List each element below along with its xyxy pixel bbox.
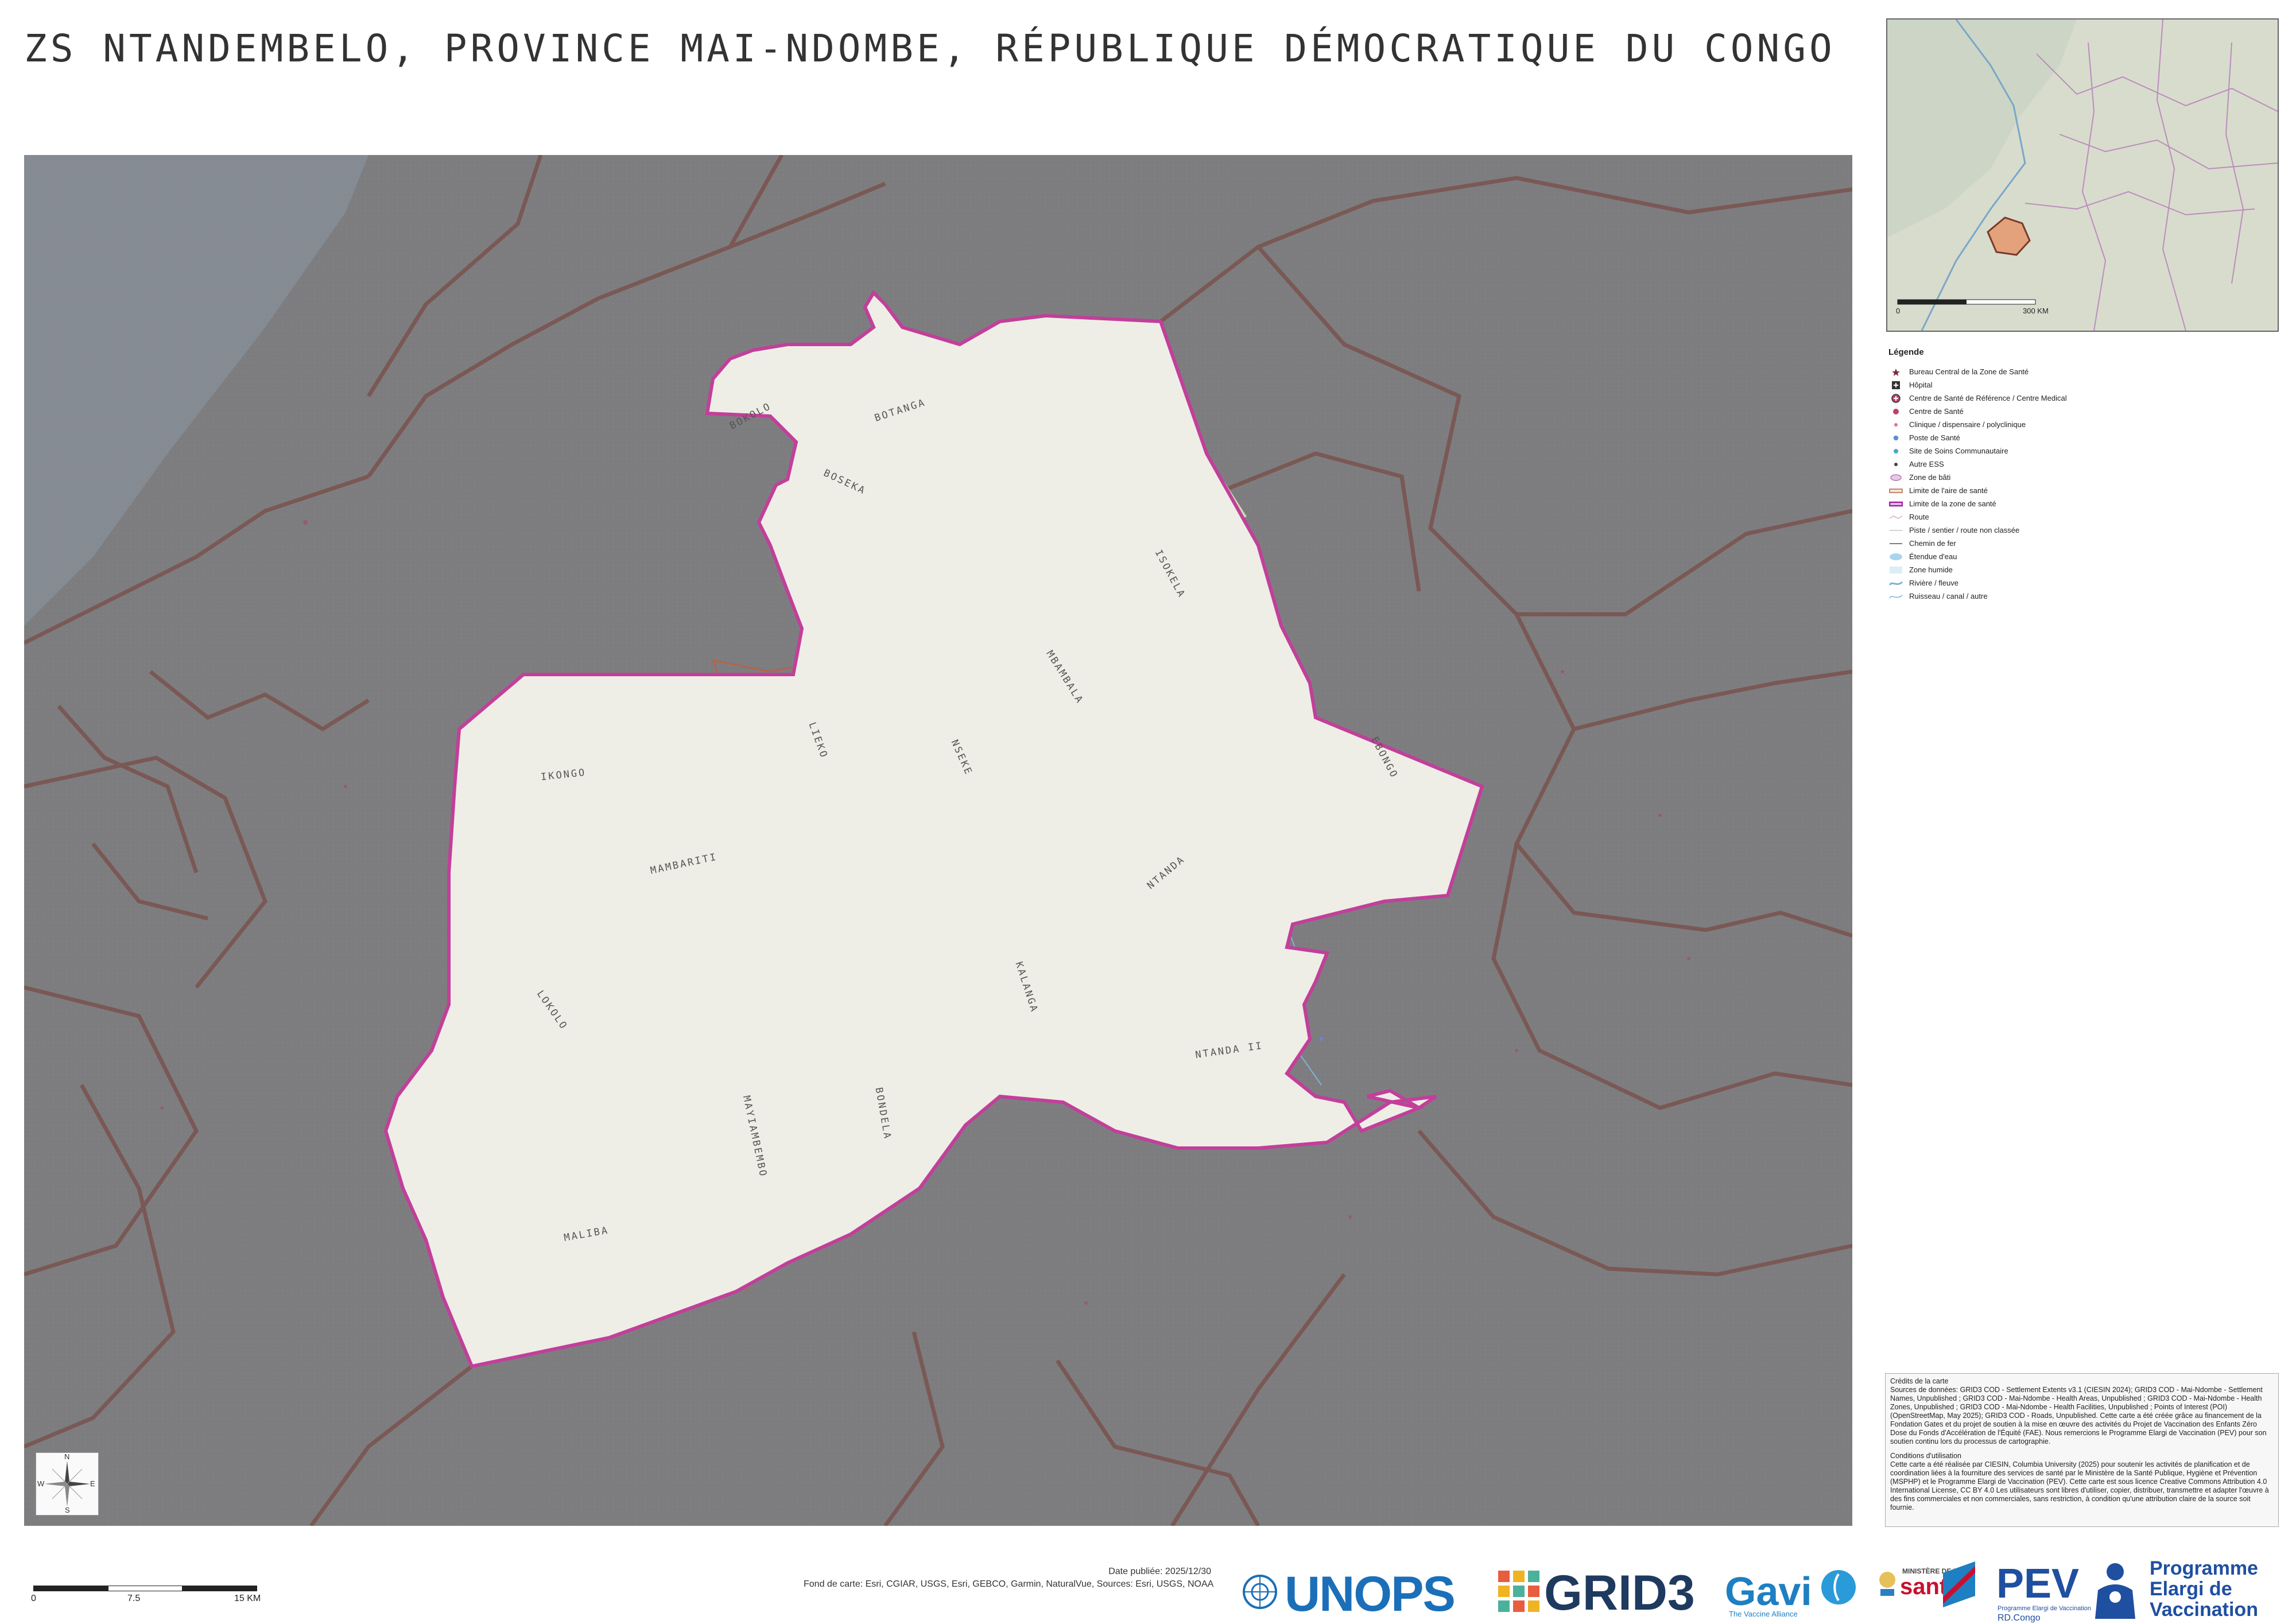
compass-n: N	[64, 1452, 70, 1461]
legend-label: Limite de la zone de santé	[1909, 499, 1996, 508]
legend-label: Autre ESS	[1909, 460, 1944, 468]
community-care-site-icon	[1888, 446, 1903, 456]
terms-text: Cette carte a été réalisée par CIESIN, C…	[1890, 1460, 2269, 1511]
legend-label: Étendue d'eau	[1909, 552, 1957, 561]
legend-item: Clinique / dispensaire / polyclinique	[1888, 418, 2279, 431]
map-credits: Crédits de la carte Sources de données: …	[1885, 1373, 2279, 1527]
reference-health-center-icon	[1888, 393, 1903, 404]
main-map[interactable]: BOKOLO BOTANGA BOSEKA ISOKELA EBONGO MBA…	[24, 155, 1852, 1526]
scale-label-end: 15 KM	[234, 1594, 261, 1603]
pev-country: RD.Congo	[1998, 1613, 2041, 1623]
legend-item: Piste / sentier / route non classée	[1888, 524, 2279, 537]
legend-item: Centre de Santé de Référence / Centre Me…	[1888, 392, 2279, 405]
legend-item: Autre ESS	[1888, 458, 2279, 471]
legend-label: Clinique / dispensaire / polyclinique	[1909, 420, 2026, 429]
river-icon	[1888, 578, 1903, 588]
railway-icon	[1888, 538, 1903, 549]
legend-item: Centre de Santé	[1888, 405, 2279, 418]
gavi-logo: Gavi	[1725, 1569, 1812, 1614]
built-up-area-icon	[1888, 472, 1903, 483]
legend-item: Zone humide	[1888, 563, 2279, 576]
unops-logo: UNOPS	[1285, 1567, 1456, 1622]
pev-family-icon	[2095, 1563, 2135, 1619]
road-icon	[1888, 512, 1903, 522]
programme-line-2: Elargi de	[2150, 1578, 2232, 1600]
legend: Légende Bureau Central de la Zone de San…	[1888, 347, 2279, 603]
track-icon	[1888, 525, 1903, 536]
bureau-central-icon	[1888, 367, 1903, 377]
date-published: Date publiée: 2025/12/30	[1108, 1567, 1211, 1576]
credits-heading: Crédits de la carte	[1890, 1377, 1949, 1385]
compass-s: S	[65, 1506, 70, 1514]
compass-w: W	[37, 1479, 45, 1488]
legend-label: Piste / sentier / route non classée	[1909, 526, 2020, 534]
water-body-icon	[1888, 552, 1903, 562]
hospital-icon	[1888, 380, 1903, 390]
partner-logos: UNOPS GRID3 Gavi The Vaccine Alliance MI…	[1240, 1550, 2279, 1623]
credits-text: Sources de données: GRID3 COD - Settleme…	[1890, 1386, 2267, 1445]
legend-item: Ruisseau / canal / autre	[1888, 590, 2279, 603]
inset-locator-map[interactable]: 0 300 KM	[1886, 18, 2279, 332]
pev-subtitle: Programme Elargi de Vaccination	[1998, 1605, 2092, 1612]
legend-item: Site de Soins Communautaire	[1888, 444, 2279, 458]
legend-label: Poste de Santé	[1909, 433, 1960, 442]
grid3-icon	[1498, 1571, 1539, 1612]
scale-label-0: 0	[31, 1594, 36, 1603]
legend-label: Centre de Santé	[1909, 407, 1964, 416]
programme-name: Programme Elargi de Vaccination	[2150, 1558, 2258, 1620]
scale-bar: 0 7.5 15 KM	[31, 1582, 263, 1605]
legend-label: Limite de l'aire de santé	[1909, 486, 1988, 495]
legend-item: Zone de bâti	[1888, 471, 2279, 484]
legend-label: Zone humide	[1909, 565, 1953, 574]
legend-label: Bureau Central de la Zone de Santé	[1909, 367, 2029, 376]
publication-info: Date publiée: 2025/12/30 Fond de carte: …	[804, 1565, 1213, 1591]
legend-label: Site de Soins Communautaire	[1909, 447, 2008, 455]
scale-label-mid: 7.5	[127, 1594, 141, 1603]
legend-label: Route	[1909, 513, 1929, 521]
health-center-icon	[1888, 406, 1903, 417]
north-arrow: N S E W	[36, 1452, 99, 1516]
wetland-icon	[1888, 565, 1903, 575]
legend-label: Ruisseau / canal / autre	[1909, 592, 1988, 600]
legend-item: Route	[1888, 510, 2279, 524]
health-area-boundary-icon	[1888, 486, 1903, 496]
health-post-icon	[1888, 433, 1903, 443]
programme-line-3: Vaccination	[2150, 1599, 2258, 1621]
legend-item: Poste de Santé	[1888, 431, 2279, 444]
basemap-source: Fond de carte: Esri, CGIAR, USGS, Esri, …	[804, 1579, 1214, 1589]
legend-item: Bureau Central de la Zone de Santé	[1888, 365, 2279, 378]
legend-label: Centre de Santé de Référence / Centre Me…	[1909, 394, 2067, 402]
grid3-logo: GRID3	[1544, 1565, 1695, 1621]
legend-title: Légende	[1888, 347, 1924, 357]
map-title: ZS NTANDEMBELO, PROVINCE MAI-NDOMBE, RÉP…	[24, 26, 1836, 71]
legend-item: Chemin de fer	[1888, 537, 2279, 550]
map-canvas	[24, 155, 1852, 1526]
inset-map-canvas	[1887, 20, 2278, 331]
clinic-icon	[1888, 420, 1903, 430]
stream-icon	[1888, 591, 1903, 602]
inset-scale-end: 300 KM	[2023, 307, 2049, 315]
compass-e: E	[90, 1479, 95, 1488]
legend-label: Hôpital	[1909, 381, 1933, 389]
other-facility-icon	[1888, 459, 1903, 470]
legend-item: Limite de l'aire de santé	[1888, 484, 2279, 497]
drc-flag-icon	[1943, 1561, 1975, 1607]
legend-item: Rivière / fleuve	[1888, 576, 2279, 590]
gavi-tagline: The Vaccine Alliance	[1729, 1610, 1798, 1618]
health-zone-boundary-icon	[1888, 499, 1903, 509]
legend-item: Étendue d'eau	[1888, 550, 2279, 563]
pev-logo: PEV	[1996, 1561, 2080, 1607]
terms-heading: Conditions d'utilisation	[1890, 1452, 1961, 1460]
legend-item: Hôpital	[1888, 378, 2279, 392]
legend-item: Limite de la zone de santé	[1888, 497, 2279, 510]
legend-label: Rivière / fleuve	[1909, 579, 1958, 587]
legend-label: Chemin de fer	[1909, 539, 1956, 548]
gavi-globe-icon	[1821, 1570, 1856, 1604]
programme-line-1: Programme	[2150, 1557, 2258, 1579]
legend-label: Zone de bâti	[1909, 473, 1951, 482]
inset-scale-start: 0	[1896, 307, 1901, 315]
un-emblem-icon	[1243, 1575, 1277, 1609]
ministry-emblem-icon	[1877, 1567, 1898, 1599]
